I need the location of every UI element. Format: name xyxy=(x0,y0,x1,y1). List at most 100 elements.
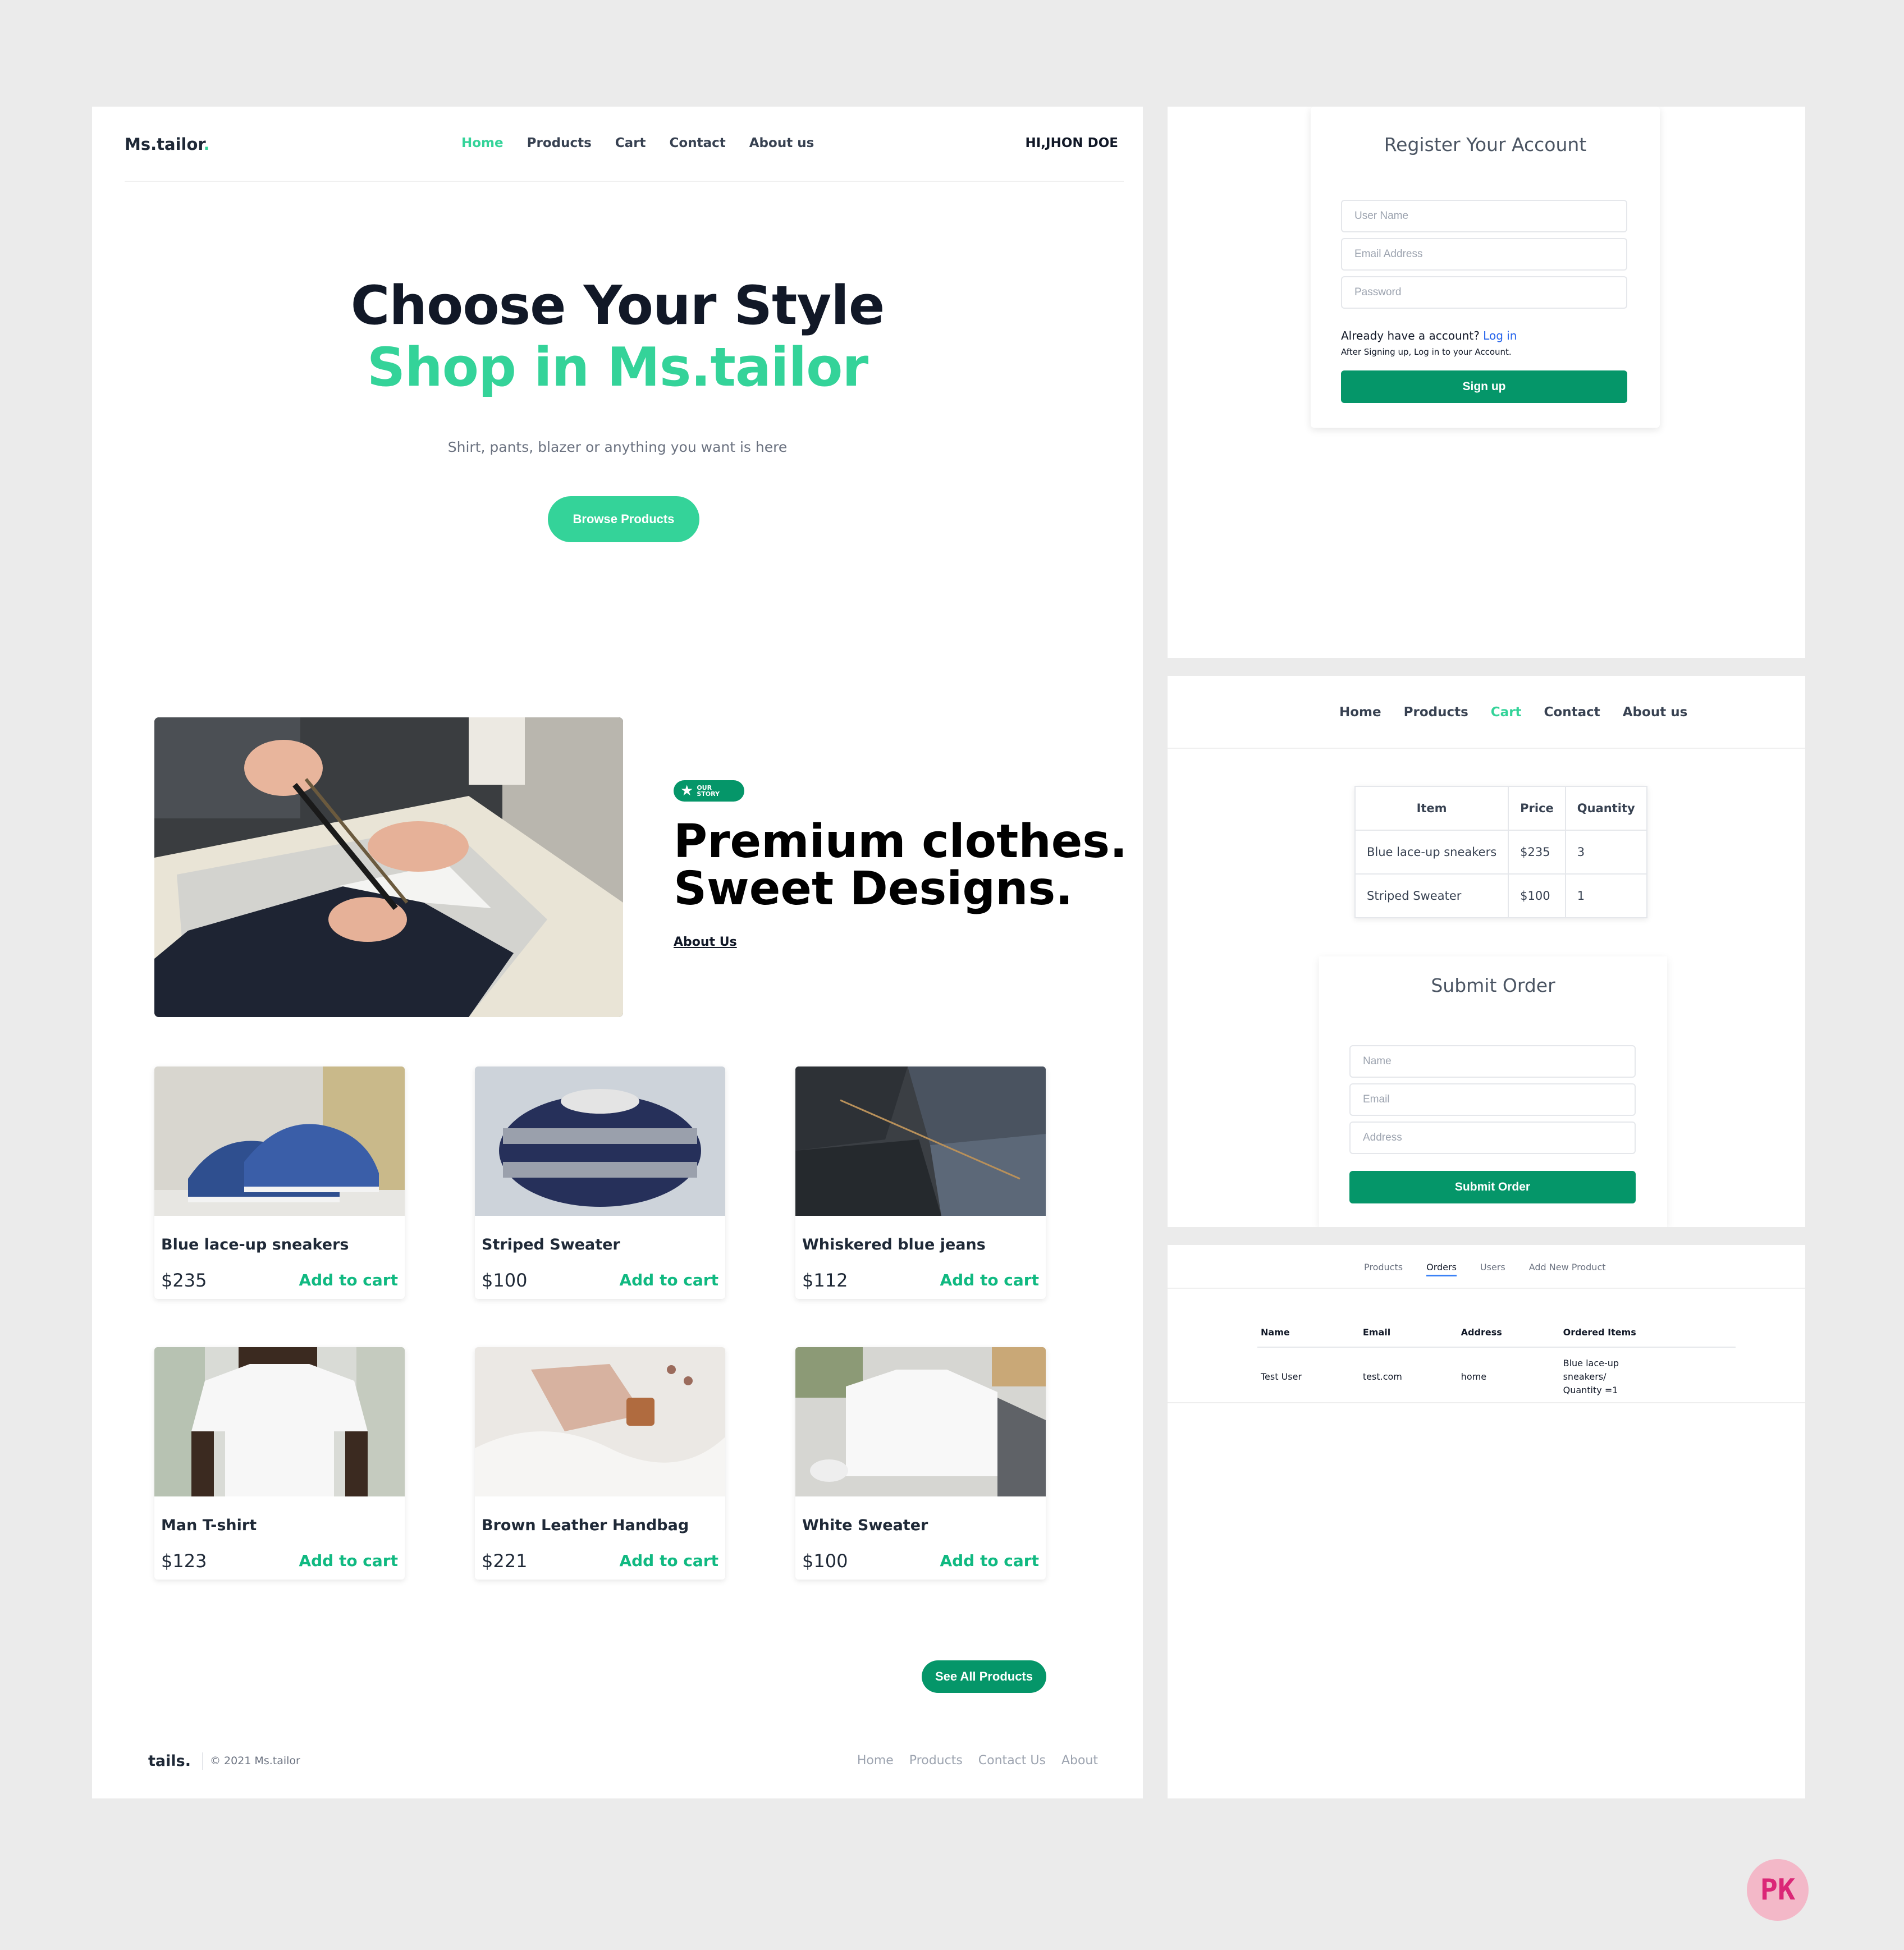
table-row: Blue lace-up sneakers $235 3 xyxy=(1354,830,1647,875)
address-field[interactable] xyxy=(1349,1122,1636,1154)
cart-item-name: Striped Sweater xyxy=(1354,873,1509,918)
register-title: Register Your Account xyxy=(1384,134,1587,155)
product-price: $235 xyxy=(161,1270,207,1291)
tshirt-image xyxy=(154,1347,405,1496)
table-header-row: Item Price Quantity xyxy=(1354,786,1647,831)
homepage-panel: Ms.tailor. Home Products Cart Contact Ab… xyxy=(92,107,1143,1798)
order-email: test.com xyxy=(1362,1371,1402,1382)
footer-link-products[interactable]: Products xyxy=(909,1754,963,1768)
name-field[interactable] xyxy=(1349,1045,1636,1078)
cart-table: Item Price Quantity Blue lace-up sneaker… xyxy=(1354,786,1647,918)
product-card[interactable]: Whiskered blue jeans $112 Add to cart xyxy=(795,1066,1046,1299)
nav-contact[interactable]: Contact xyxy=(670,136,726,150)
footer-logo[interactable]: tails. xyxy=(148,1752,203,1770)
browse-products-button[interactable]: Browse Products xyxy=(548,496,699,542)
add-to-cart-button[interactable]: Add to cart xyxy=(619,1551,718,1570)
brand-logo[interactable]: Ms.tailor. xyxy=(125,135,210,154)
email-field[interactable] xyxy=(1349,1083,1636,1116)
signup-button[interactable]: Sign up xyxy=(1341,370,1627,403)
add-to-cart-button[interactable]: Add to cart xyxy=(299,1551,398,1570)
cart-item-price: $100 xyxy=(1508,873,1566,918)
nav-products[interactable]: Products xyxy=(527,136,592,150)
submit-order-button[interactable]: Submit Order xyxy=(1349,1171,1636,1203)
tailor-illustration xyxy=(154,717,623,1017)
login-link[interactable]: Log in xyxy=(1483,329,1517,342)
product-card[interactable]: Blue lace-up sneakers $235 Add to cart xyxy=(154,1066,405,1299)
product-name: Brown Leather Handbag xyxy=(482,1517,689,1534)
nav-about[interactable]: About us xyxy=(749,136,814,150)
nav-home[interactable]: Home xyxy=(461,136,504,150)
hero-title-line2: Shop in Ms.tailor xyxy=(367,337,869,399)
nav-home[interactable]: Home xyxy=(1339,705,1381,720)
column-header: Address xyxy=(1457,1318,1560,1348)
product-card[interactable]: White Sweater $100 Add to cart xyxy=(795,1347,1046,1580)
add-to-cart-button[interactable]: Add to cart xyxy=(299,1271,398,1289)
product-name: Striped Sweater xyxy=(482,1236,620,1253)
sneakers-image xyxy=(154,1066,405,1216)
orders-table: Name Email Address Ordered Items Test Us… xyxy=(1257,1318,1736,1406)
nav-cart[interactable]: Cart xyxy=(1491,705,1522,720)
nav-links: Home Products Cart Contact About us xyxy=(461,136,814,150)
admin-tab-bar: Products Orders Users Add New Product xyxy=(1168,1245,1805,1289)
cart-panel: Home Products Cart Contact About us Item… xyxy=(1168,676,1805,1227)
our-story-badge: ★ OUR STORY xyxy=(674,780,744,802)
footer-links: Home Products Contact Us About xyxy=(857,1754,1098,1768)
tab-add-new-product[interactable]: Add New Product xyxy=(1529,1262,1606,1276)
cart-navbar: Home Products Cart Contact About us xyxy=(1168,676,1805,749)
product-card[interactable]: Man T-shirt $123 Add to cart xyxy=(154,1347,405,1580)
tab-products[interactable]: Products xyxy=(1364,1262,1403,1276)
column-header: Price xyxy=(1508,786,1566,831)
order-address: home xyxy=(1461,1371,1487,1382)
user-greeting[interactable]: HI,JHON DOE xyxy=(1025,136,1118,150)
product-price: $221 xyxy=(482,1550,528,1572)
white-sweater-image xyxy=(795,1347,1046,1496)
about-us-link[interactable]: About Us xyxy=(674,935,737,949)
footer-link-about[interactable]: About xyxy=(1061,1754,1098,1768)
column-header: Item xyxy=(1354,786,1509,831)
email-field[interactable] xyxy=(1341,238,1627,271)
table-row: Striped Sweater $100 1 xyxy=(1354,873,1647,918)
product-card[interactable]: Striped Sweater $100 Add to cart xyxy=(475,1066,725,1299)
password-field[interactable] xyxy=(1341,276,1627,309)
nav-contact[interactable]: Contact xyxy=(1544,705,1600,720)
column-header: Email xyxy=(1359,1318,1458,1348)
cart-item-price: $235 xyxy=(1508,830,1566,875)
jeans-image xyxy=(795,1066,1046,1216)
product-price: $112 xyxy=(802,1270,848,1291)
nav-cart[interactable]: Cart xyxy=(615,136,646,150)
add-to-cart-button[interactable]: Add to cart xyxy=(940,1551,1039,1570)
table-row[interactable]: Test User test.com home Blue lace-up snea… xyxy=(1257,1347,1736,1406)
hero-subtitle: Shirt, pants, blazer or anything you wan… xyxy=(447,439,788,455)
nav-about[interactable]: About us xyxy=(1623,705,1688,720)
add-to-cart-button[interactable]: Add to cart xyxy=(940,1271,1039,1289)
tab-orders[interactable]: Orders xyxy=(1426,1262,1457,1276)
cart-item-quantity: 3 xyxy=(1564,830,1647,875)
column-header: Ordered Items xyxy=(1559,1318,1736,1348)
register-panel: Register Your Account Already have a acc… xyxy=(1168,107,1805,658)
already-account-text: Already have a account? Log in xyxy=(1341,329,1517,342)
tab-users[interactable]: Users xyxy=(1480,1262,1505,1276)
username-field[interactable] xyxy=(1341,200,1627,232)
product-name: White Sweater xyxy=(802,1517,928,1534)
register-form: Register Your Account Already have a acc… xyxy=(1311,107,1660,428)
product-card[interactable]: Brown Leather Handbag $221 Add to cart xyxy=(475,1347,725,1580)
column-header: Quantity xyxy=(1564,786,1647,831)
product-price: $100 xyxy=(802,1550,848,1572)
footer-link-contact[interactable]: Contact Us xyxy=(978,1754,1046,1768)
add-to-cart-button[interactable]: Add to cart xyxy=(619,1271,718,1289)
cart-nav-links: Home Products Cart Contact About us xyxy=(1339,705,1687,720)
nav-products[interactable]: Products xyxy=(1404,705,1468,720)
pk-watermark-logo: PK xyxy=(1747,1859,1809,1921)
story-heading-line2: Sweet Designs. xyxy=(674,862,1073,916)
product-price: $100 xyxy=(482,1270,528,1291)
product-name: Whiskered blue jeans xyxy=(802,1236,986,1253)
handbag-image xyxy=(475,1347,725,1496)
product-name: Blue lace-up sneakers xyxy=(161,1236,349,1253)
footer-link-home[interactable]: Home xyxy=(857,1754,894,1768)
see-all-products-button[interactable]: See All Products xyxy=(922,1660,1046,1693)
product-name: Man T-shirt xyxy=(161,1517,257,1534)
product-price: $123 xyxy=(161,1550,207,1572)
hero-title-line1: Choose Your Style xyxy=(350,275,885,337)
cart-item-quantity: 1 xyxy=(1564,873,1647,918)
order-name: Test User xyxy=(1261,1371,1302,1382)
